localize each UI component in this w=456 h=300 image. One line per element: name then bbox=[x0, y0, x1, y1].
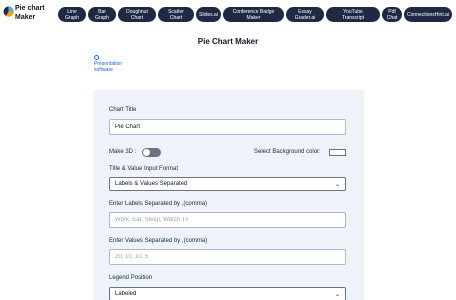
nav-essay-grader[interactable]: Essay Grader.ai bbox=[286, 7, 324, 22]
nav-label-line-2: Transcript bbox=[341, 14, 365, 21]
nav-bar-graph[interactable]: Bar Graph bbox=[88, 7, 116, 22]
nav-connectionshint-ai[interactable]: ConnectionsHint.ai bbox=[404, 7, 452, 22]
pie-chart-logo-icon[interactable] bbox=[3, 6, 14, 17]
legend-position-value: Labeled bbox=[115, 291, 137, 297]
nav-label-line-2: Chat bbox=[386, 14, 398, 21]
brand-line-2: Maker bbox=[15, 14, 36, 21]
input-format-value: Labels & Values Separated bbox=[115, 181, 188, 187]
chevron-down-icon: ⌄ bbox=[334, 291, 340, 298]
nav-label-line-2: Grader.ai bbox=[294, 14, 316, 21]
chart-title-label: Chart Title bbox=[109, 107, 137, 113]
ad-icon bbox=[94, 55, 99, 60]
chevron-down-icon: ⌄ bbox=[334, 181, 340, 188]
legend-position-label: Legend Position bbox=[109, 275, 153, 281]
presentation-software-link[interactable]: Presentation software bbox=[94, 55, 134, 73]
nav-doughnut-chart[interactable]: Doughnut Chart bbox=[118, 7, 156, 22]
nav-label-line-2: Graph bbox=[65, 14, 79, 21]
nav-slides-ai[interactable]: Slides.ai bbox=[196, 7, 221, 22]
nav-youtube-transcript[interactable]: YouTube Transcript bbox=[326, 7, 380, 22]
chart-title-input[interactable] bbox=[109, 119, 346, 135]
toggle-knob bbox=[143, 149, 150, 156]
values-field-label: Enter Values Separated by ,(comma) bbox=[109, 238, 208, 244]
values-input[interactable] bbox=[109, 249, 346, 265]
nav-label-line-2: Graph bbox=[95, 14, 109, 21]
make-3d-label: Make 3D : bbox=[109, 149, 137, 155]
nav-label: Slides.ai bbox=[199, 11, 218, 18]
labels-input[interactable] bbox=[109, 212, 346, 228]
nav-label-line-2: Chart bbox=[130, 14, 144, 21]
legend-position-select[interactable]: Labeled ⌄ bbox=[109, 287, 346, 300]
nav-pdf-chat[interactable]: Pdf Chat bbox=[382, 7, 402, 22]
brand-line-1: Pie chart bbox=[15, 5, 45, 12]
ad-line-2: software bbox=[94, 67, 113, 73]
make-3d-toggle[interactable] bbox=[142, 148, 161, 157]
page-title: Pie Chart Maker bbox=[197, 37, 259, 46]
nav-line-graph[interactable]: Line Graph bbox=[58, 7, 86, 22]
labels-field-label: Enter Labels Separated by ,(comma) bbox=[109, 201, 208, 207]
input-format-label: Title & Value Input Format bbox=[109, 166, 179, 172]
background-color-picker[interactable] bbox=[329, 149, 346, 156]
background-color-label: Select Background color: bbox=[254, 149, 321, 155]
input-format-select[interactable]: Labels & Values Separated ⌄ bbox=[109, 177, 346, 191]
nav-label-line-2: Chart bbox=[169, 14, 183, 21]
nav-label: ConnectionsHint.ai bbox=[407, 11, 449, 18]
nav-label-line-2: Maker bbox=[246, 14, 261, 21]
brand-name[interactable]: Pie chart Maker bbox=[15, 4, 45, 22]
nav-conference-badge-maker[interactable]: Conference Badge Maker bbox=[223, 7, 284, 22]
top-navigation: Pie chart Maker Line Graph Bar Graph Dough… bbox=[0, 0, 456, 28]
nav-scatter-chart[interactable]: Scatter Chart bbox=[158, 7, 194, 22]
